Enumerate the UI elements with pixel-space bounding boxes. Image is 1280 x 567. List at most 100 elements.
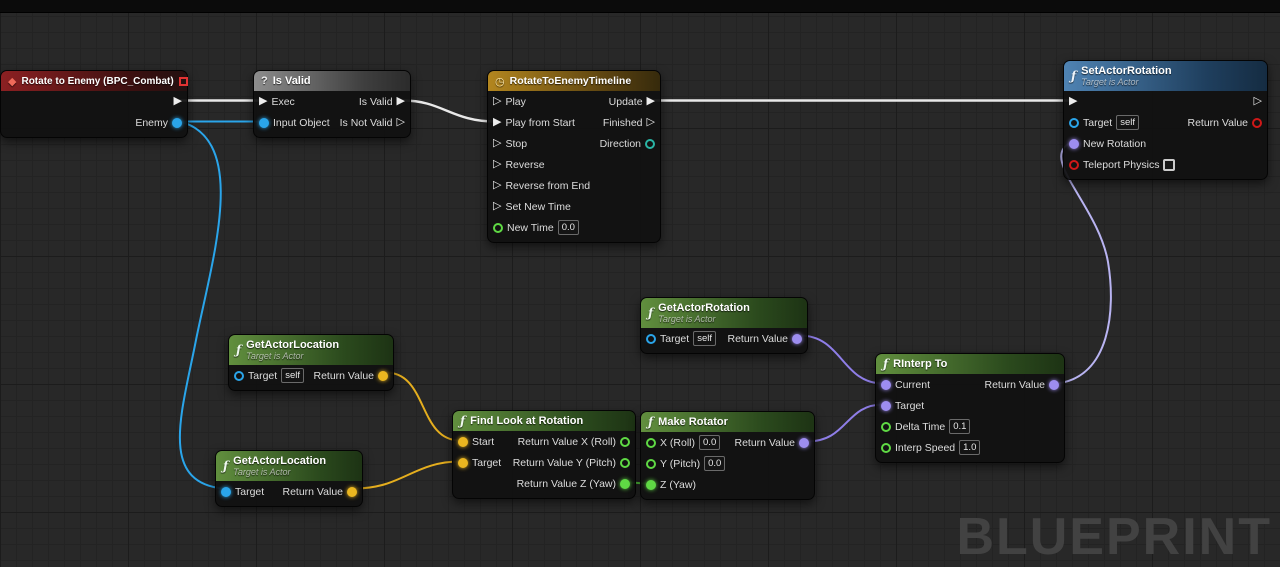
- teleport-physics-checkbox[interactable]: [1163, 158, 1176, 171]
- node-header[interactable]: ƒ RInterp To: [876, 354, 1064, 374]
- return-value-x-roll-pin[interactable]: [620, 436, 630, 447]
- teleport-physics-pin[interactable]: [1069, 159, 1079, 170]
- node-rotate-to-enemy-timeline[interactable]: ◷ RotateToEnemyTimeline ▷ Play Update ▶ …: [487, 70, 661, 243]
- target-pin[interactable]: [646, 333, 656, 344]
- wire-exec-isvalid-to-playfromstart[interactable]: [401, 99, 497, 123]
- input-object-pin[interactable]: [259, 117, 269, 128]
- pin-label: Return Value: [1187, 116, 1248, 129]
- node-header[interactable]: ◷ RotateToEnemyTimeline: [488, 71, 660, 91]
- node-get-actor-rotation[interactable]: ƒ GetActorRotation Target is Actor Targe…: [640, 297, 808, 354]
- pin-label: Reverse: [505, 158, 545, 171]
- interp-speed-pin[interactable]: [881, 442, 891, 453]
- pin-label: Return Value: [734, 436, 795, 449]
- node-is-valid[interactable]: ? Is Valid ▶ Exec Is Valid ▶ Input Objec…: [253, 70, 411, 138]
- interp-speed-value-field[interactable]: 1.0: [959, 440, 981, 455]
- node-subtitle: Target is Actor: [246, 351, 304, 362]
- direction-pin[interactable]: [645, 138, 655, 149]
- node-header[interactable]: ƒ Make Rotator: [641, 412, 814, 432]
- pin-label: Play: [505, 95, 526, 108]
- x-roll-pin[interactable]: [646, 437, 656, 448]
- node-find-look-at-rotation[interactable]: ƒ Find Look at Rotation Start Return Val…: [452, 410, 636, 499]
- reverse-from-end-exec-pin[interactable]: ▷: [493, 180, 501, 191]
- target-value-field[interactable]: self: [693, 331, 716, 346]
- node-title: GetActorLocation: [246, 338, 340, 351]
- node-set-actor-rotation[interactable]: ƒ SetActorRotation Target is Actor ▶ ▷ T…: [1063, 60, 1268, 180]
- wire-rotator-makerotator-to-target[interactable]: [806, 403, 884, 443]
- current-pin[interactable]: [881, 379, 891, 390]
- wire-object-enemy-to-getactorlocation-target[interactable]: [178, 120, 224, 490]
- x-roll-value-field[interactable]: 0.0: [699, 435, 721, 450]
- node-rinterp-to[interactable]: ƒ RInterp To Current Return Value Target…: [875, 353, 1065, 463]
- y-pitch-value-field[interactable]: 0.0: [704, 456, 726, 471]
- enemy-out-pin[interactable]: [172, 117, 182, 128]
- return-value-y-pitch-pin[interactable]: [620, 457, 630, 468]
- play-from-start-exec-pin[interactable]: ▶: [493, 117, 501, 128]
- update-exec-pin[interactable]: ▶: [647, 96, 655, 107]
- pin-label: Exec: [271, 95, 295, 108]
- pin-label: Stop: [505, 137, 528, 150]
- pin-label: Return Value: [282, 485, 343, 498]
- node-subtitle: Target is Actor: [1081, 77, 1139, 88]
- target-pin[interactable]: [458, 457, 468, 468]
- event-icon: ◆: [8, 75, 17, 88]
- node-header[interactable]: ƒ Find Look at Rotation: [453, 411, 635, 431]
- node-header[interactable]: ƒ GetActorLocation Target is Actor: [229, 335, 393, 365]
- node-make-rotator[interactable]: ƒ Make Rotator X (Roll) 0.0 Return Value…: [640, 411, 815, 500]
- return-value-pin[interactable]: [1252, 117, 1262, 128]
- blueprint-graph-canvas[interactable]: ◆ Rotate to Enemy (BPC_Combat) ▶ Enemy ?…: [0, 0, 1280, 567]
- function-icon: ƒ: [460, 414, 466, 428]
- exec-out-pin[interactable]: ▷: [1254, 96, 1262, 107]
- pin-label: Start: [472, 435, 495, 448]
- node-header[interactable]: ƒ GetActorLocation Target is Actor: [216, 451, 362, 481]
- target-value-field[interactable]: self: [1116, 115, 1139, 130]
- new-time-pin[interactable]: [493, 222, 503, 233]
- reverse-exec-pin[interactable]: ▷: [493, 159, 501, 170]
- node-header[interactable]: ◆ Rotate to Enemy (BPC_Combat): [1, 71, 188, 91]
- is-not-valid-exec-out-pin[interactable]: ▷: [397, 117, 405, 128]
- target-pin[interactable]: [1069, 117, 1079, 128]
- wire-rotator-getactorrotation-to-current[interactable]: [799, 334, 884, 385]
- set-new-time-exec-pin[interactable]: ▷: [493, 201, 501, 212]
- pin-label: Update: [608, 95, 643, 108]
- macro-icon: ?: [261, 75, 268, 87]
- delta-time-value-field[interactable]: 0.1: [949, 419, 971, 434]
- node-get-actor-location-enemy[interactable]: ƒ GetActorLocation Target is Actor Targe…: [215, 450, 363, 507]
- target-pin[interactable]: [221, 486, 231, 497]
- exec-in-pin[interactable]: ▶: [1069, 96, 1077, 107]
- node-header[interactable]: ƒ SetActorRotation Target is Actor: [1064, 61, 1267, 91]
- target-pin[interactable]: [881, 400, 891, 411]
- node-event-rotate-to-enemy[interactable]: ◆ Rotate to Enemy (BPC_Combat) ▶ Enemy: [0, 70, 188, 138]
- stop-exec-pin[interactable]: ▷: [493, 138, 501, 149]
- node-header[interactable]: ƒ GetActorRotation Target is Actor: [641, 298, 807, 328]
- target-pin[interactable]: [234, 370, 244, 381]
- wire-vector-location2-to-target[interactable]: [354, 460, 461, 490]
- pin-label: Target: [660, 332, 690, 345]
- finished-exec-pin[interactable]: ▷: [647, 117, 655, 128]
- pin-label: Enemy: [135, 116, 168, 129]
- start-pin[interactable]: [458, 436, 468, 447]
- y-pitch-pin[interactable]: [646, 458, 656, 469]
- node-title: Is Valid: [272, 75, 311, 87]
- pin-label: Return Value: [727, 332, 788, 345]
- exec-in-pin[interactable]: ▶: [259, 96, 267, 107]
- is-valid-exec-out-pin[interactable]: ▶: [397, 96, 405, 107]
- return-value-pin[interactable]: [792, 333, 802, 344]
- new-time-value-field[interactable]: 0.0: [557, 220, 579, 235]
- return-value-z-yaw-pin[interactable]: [620, 478, 630, 489]
- new-rotation-pin[interactable]: [1069, 138, 1079, 149]
- node-get-actor-location-self[interactable]: ƒ GetActorLocation Target is Actor Targe…: [228, 334, 394, 391]
- return-value-pin[interactable]: [378, 370, 388, 381]
- delta-time-pin[interactable]: [881, 421, 891, 432]
- return-value-pin[interactable]: [347, 486, 357, 497]
- wire-vector-location1-to-start[interactable]: [385, 371, 461, 442]
- play-exec-pin[interactable]: ▷: [493, 96, 501, 107]
- exec-out-pin[interactable]: ▶: [174, 96, 182, 107]
- pin-label: New Time: [507, 221, 554, 234]
- target-value-field[interactable]: self: [281, 368, 304, 383]
- z-yaw-pin[interactable]: [646, 479, 656, 490]
- pin-label: Finished: [602, 116, 643, 129]
- node-header[interactable]: ? Is Valid: [254, 71, 410, 91]
- pin-label: Return Value: [984, 378, 1045, 391]
- return-value-pin[interactable]: [1049, 379, 1059, 390]
- return-value-pin[interactable]: [799, 437, 809, 448]
